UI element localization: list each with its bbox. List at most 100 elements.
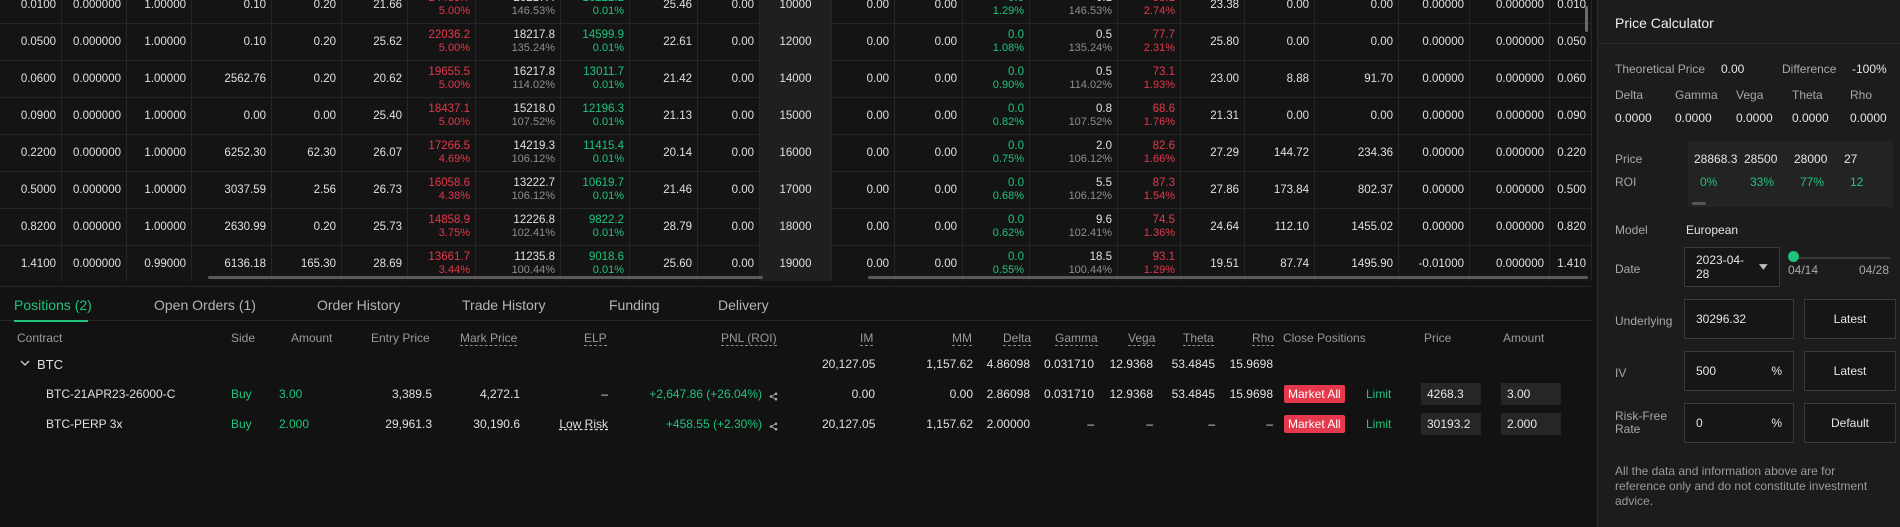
share-icon[interactable] (769, 390, 778, 404)
chain-horizontal-scrollbar-right[interactable] (868, 276, 1588, 279)
tab-order-history[interactable]: Order History (317, 297, 400, 313)
chain-cell: 0.00 (698, 61, 760, 98)
chain-value: 20.14 (663, 147, 692, 159)
date-label: Date (1615, 262, 1641, 276)
close-price-input[interactable]: 4268.3 (1421, 383, 1481, 405)
chain-cell: 9822.2 0.01% (561, 209, 630, 246)
option-row[interactable]: 0.0900 0.000000 1.00000 0.00 0.00 25.40 18437.… (0, 98, 1592, 135)
chain-value: 0.000000 (1496, 110, 1544, 122)
chain-horizontal-scrollbar-left[interactable] (208, 276, 763, 279)
chain-value: 0.5000 (20, 184, 56, 196)
chain-cell: 1.00000 (127, 209, 192, 246)
chain-value: 22.61 (663, 36, 692, 48)
market-all-button[interactable]: Market All (1284, 385, 1345, 403)
tab-trade-history[interactable]: Trade History (462, 297, 546, 313)
chain-subvalue: 0.01% (592, 190, 624, 202)
chain-subvalue: 102.41% (511, 227, 555, 239)
tab-open-orders[interactable]: Open Orders (1) (154, 297, 256, 313)
chain-cell: 0.000000 (62, 0, 127, 24)
limit-link[interactable]: Limit (1366, 417, 1391, 431)
chain-cell: 0.00 (832, 61, 895, 98)
iv-latest-button[interactable]: Latest (1804, 351, 1896, 391)
chain-cell: 74.5 1.36% (1118, 209, 1181, 246)
position-pnl: +2,647.86 (+26.04%) (649, 387, 762, 401)
tab-delivery[interactable]: Delivery (718, 297, 769, 313)
chain-cell: 0.00 (1315, 98, 1399, 135)
chain-value: 0.00 (934, 110, 957, 122)
chain-value: 0.8 (1096, 103, 1112, 115)
date-select[interactable]: 2023-04-28 (1684, 247, 1780, 287)
option-row[interactable]: 0.5000 0.000000 1.00000 3037.59 2.56 26.73 160… (0, 172, 1592, 209)
chain-cell: 0.820 (1550, 209, 1592, 246)
underlying-latest-button[interactable]: Latest (1804, 299, 1896, 339)
group-im: 20,127.05 (822, 357, 876, 371)
position-mark: 4,272.1 (479, 387, 520, 401)
chain-subvalue: 0.01% (592, 116, 624, 128)
roi-row-label: ROI (1615, 175, 1637, 189)
position-amount: 3.00 (279, 387, 303, 401)
chain-cell: 27.29 (1181, 135, 1245, 172)
chain-cell: 0.000000 (1470, 172, 1550, 209)
chain-value: 11415.4 (583, 140, 624, 152)
scenario-scrollbar[interactable] (1692, 202, 1706, 205)
chain-value: 1.00000 (144, 36, 186, 48)
option-row[interactable]: 0.8200 0.000000 1.00000 2630.99 0.20 25.73 148… (0, 209, 1592, 246)
chain-cell: 0.5000 (0, 172, 62, 209)
greek-label: Rho (1850, 88, 1873, 102)
chain-value: 0.00 (731, 36, 754, 48)
iv-input[interactable]: 500 % (1684, 351, 1794, 391)
chain-cell: 0.00 (832, 209, 895, 246)
scenario-table[interactable]: 28868.3 0% 28500 33% 28000 77% 27 12 (1688, 141, 1893, 207)
option-row[interactable]: 0.2200 0.000000 1.00000 6252.30 62.30 26.07 17… (0, 135, 1592, 172)
chain-subvalue: 2.31% (1143, 42, 1175, 54)
close-price-input[interactable]: 30193.2 (1421, 413, 1481, 435)
option-row[interactable]: 0.0100 0.000000 1.00000 0.10 0.20 21.66 24439.… (0, 0, 1592, 24)
chain-value: 18217.8 (513, 29, 555, 41)
scenario-roi: 33% (1750, 175, 1775, 189)
chain-cell: 0.00 (895, 0, 963, 24)
market-all-button[interactable]: Market All (1284, 415, 1345, 433)
chain-cell: 15218.0 107.52% (476, 98, 561, 135)
chain-cell: 0.10 (192, 24, 272, 61)
limit-link[interactable]: Limit (1366, 387, 1391, 401)
chain-value: 25.40 (373, 110, 402, 122)
chain-value: 0.000000 (73, 0, 121, 11)
header-gamma: Gamma (1055, 331, 1098, 346)
tab-funding[interactable]: Funding (609, 297, 660, 313)
date-select-value: 2023-04-28 (1696, 253, 1745, 281)
chain-vertical-scrollbar[interactable] (1585, 6, 1588, 32)
chain-value: 0.00 (934, 221, 957, 233)
chain-cell: 0.00 (895, 61, 963, 98)
chevron-down-icon[interactable] (20, 357, 30, 371)
option-row[interactable]: 0.0600 0.000000 1.00000 2562.76 0.20 20.62 196… (0, 61, 1592, 98)
chain-cell: 2.56 (272, 172, 342, 209)
chain-value: 10000 (779, 0, 812, 11)
chain-value: 0.220 (1557, 147, 1586, 159)
close-amount-input[interactable]: 2.000 (1501, 413, 1561, 435)
close-amount-input[interactable]: 3.00 (1501, 383, 1561, 405)
chain-value: 87.3 (1152, 177, 1175, 189)
chain-cell: 8.88 (1245, 61, 1315, 98)
option-chain-table: 0.0100 0.000000 1.00000 0.10 0.20 21.66 24439.… (0, 0, 1592, 281)
underlying-input[interactable]: 30296.32 (1684, 299, 1794, 339)
iv-latest-label: Latest (1833, 364, 1867, 378)
chain-cell: 21.42 (630, 61, 698, 98)
chain-value: 0.20 (313, 36, 336, 48)
tab-positions[interactable]: Positions (2) (14, 297, 92, 313)
share-icon[interactable] (769, 420, 778, 434)
risk-free-rate-default-button[interactable]: Default (1804, 403, 1896, 443)
date-slider-handle[interactable] (1788, 251, 1799, 262)
option-row[interactable]: 0.0500 0.000000 1.00000 0.10 0.20 25.62 22036.… (0, 24, 1592, 61)
chain-value: 21.31 (1210, 110, 1239, 122)
chain-value: 0.00 (731, 0, 754, 11)
strike-cell: 16000 (760, 135, 832, 172)
chain-value: 0.20 (313, 0, 336, 11)
date-slider-track[interactable] (1792, 257, 1890, 259)
chain-cell: 1.00000 (127, 24, 192, 61)
risk-free-rate-input[interactable]: 0 % (1684, 403, 1794, 443)
header-mm: MM (952, 331, 972, 346)
chain-value: 0.500 (1557, 184, 1586, 196)
underlying-latest-label: Latest (1833, 312, 1867, 326)
position-vega: – (1146, 417, 1153, 431)
chain-cell: 0.00 (272, 98, 342, 135)
